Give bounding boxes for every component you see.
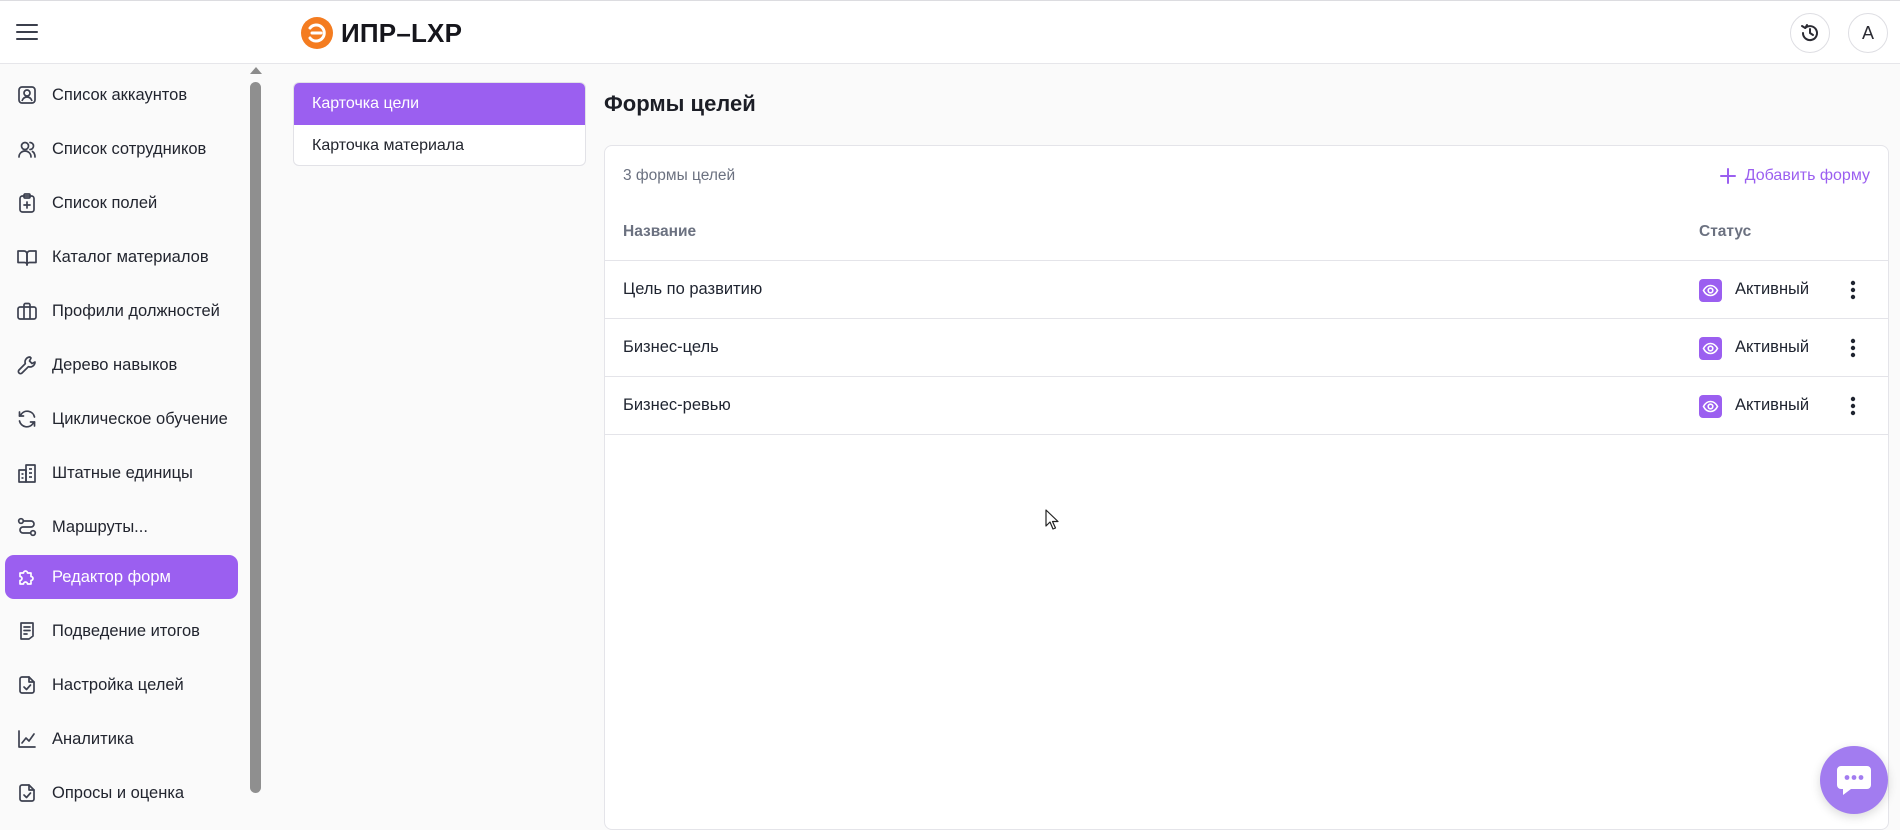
form-name: Цель по развитию xyxy=(623,280,763,298)
top-header: ИПР–LXP А xyxy=(0,0,1900,64)
sidebar-item-job-profiles[interactable]: Профили должностей xyxy=(5,289,238,333)
sidebar-item-fields[interactable]: Список полей xyxy=(5,181,238,225)
sidebar-item-summary[interactable]: Подведение итогов xyxy=(5,609,238,653)
wrench-icon xyxy=(17,356,36,375)
scrollbar-thumb[interactable] xyxy=(250,82,261,793)
column-header-status[interactable]: Статус xyxy=(1699,223,1751,241)
status-text: Активный xyxy=(1735,396,1810,414)
forms-count: 3 формы целей xyxy=(623,167,736,184)
sidebar-item-accounts[interactable]: Список аккаунтов xyxy=(5,73,238,117)
sidebar-item-label: Каталог материалов xyxy=(52,248,209,266)
status-text: Активный xyxy=(1735,338,1810,356)
more-vertical-icon[interactable] xyxy=(1841,393,1865,419)
sidebar-item-label: Профили должностей xyxy=(52,302,220,320)
status-text: Активный xyxy=(1735,280,1810,298)
forms-table-card: 3 формы целей Добавить форму Название Ст… xyxy=(604,145,1889,830)
book-icon xyxy=(17,250,37,266)
sidebar-item-label: Настройка целей xyxy=(52,676,184,694)
sidebar-item-label: Редактор форм xyxy=(52,568,171,586)
refresh-icon xyxy=(18,410,36,428)
table-row[interactable]: Бизнес-цель Активный xyxy=(605,319,1888,377)
form-name: Бизнес-ревью xyxy=(623,396,731,414)
users-icon xyxy=(18,141,36,158)
eye-icon xyxy=(1699,337,1722,360)
briefcase-icon xyxy=(17,302,37,320)
tab-material-card[interactable]: Карточка материала xyxy=(294,125,585,165)
document-check-icon xyxy=(19,676,35,694)
clipboard-plus-icon xyxy=(19,193,35,213)
sidebar-item-skill-tree[interactable]: Дерево навыков xyxy=(5,343,238,387)
sidebar-item-label: Маршруты... xyxy=(52,518,148,536)
add-form-button[interactable]: Добавить форму xyxy=(1719,164,1870,188)
more-vertical-icon[interactable] xyxy=(1841,277,1865,303)
puzzle-icon xyxy=(19,570,34,585)
plus-icon xyxy=(1719,168,1736,184)
scroll-up-arrow-icon[interactable] xyxy=(250,67,262,74)
sidebar-item-label: Дерево навыков xyxy=(52,356,178,374)
history-button[interactable] xyxy=(1790,13,1830,53)
sidebar-item-staff-units[interactable]: Штатные единицы xyxy=(5,451,238,495)
sidebar-item-cyclic-learning[interactable]: Циклическое обучение xyxy=(5,397,238,441)
chart-line-icon xyxy=(18,730,36,748)
eye-icon xyxy=(1699,395,1722,418)
sidebar-item-employees[interactable]: Список сотрудников xyxy=(5,127,238,171)
sidebar-item-surveys[interactable]: Опросы и оценка xyxy=(5,771,238,815)
user-card-icon xyxy=(18,86,36,104)
avatar-initial: А xyxy=(1861,22,1874,43)
app-logo[interactable]: ИПР–LXP xyxy=(300,15,462,51)
sidebar-item-label: Список аккаунтов xyxy=(52,86,188,104)
building-icon xyxy=(18,464,36,483)
sidebar-item-form-editor[interactable]: Редактор форм xyxy=(5,555,238,599)
document-list-icon xyxy=(20,622,34,640)
table-row[interactable]: Бизнес-ревью Активный xyxy=(605,377,1888,435)
chat-support-button[interactable] xyxy=(1820,746,1888,814)
document-check-icon xyxy=(19,784,35,802)
more-vertical-icon[interactable] xyxy=(1841,335,1865,361)
sidebar-scrollbar[interactable] xyxy=(246,64,262,798)
tab-label: Карточка материала xyxy=(312,137,465,154)
chat-bubble-icon xyxy=(1837,766,1871,795)
avatar[interactable]: А xyxy=(1848,13,1888,53)
route-icon xyxy=(17,517,37,537)
tab-goal-card[interactable]: Карточка цели xyxy=(294,83,585,125)
sidebar-item-label: Подведение итогов xyxy=(52,622,200,640)
eye-icon xyxy=(1699,279,1722,302)
sidebar-item-catalog[interactable]: Каталог материалов xyxy=(5,235,238,279)
sidebar: Список аккаунтов Список сотрудников Спис… xyxy=(0,64,246,830)
sidebar-item-label: Список полей xyxy=(52,194,158,212)
page-title: Формы целей xyxy=(604,91,756,116)
sidebar-item-label: Циклическое обучение xyxy=(52,410,228,428)
sidebar-item-analytics[interactable]: Аналитика xyxy=(5,717,238,761)
logo-icon xyxy=(301,17,333,49)
clock-history-icon xyxy=(1801,24,1818,42)
hamburger-icon[interactable] xyxy=(14,19,40,45)
tab-label: Карточка цели xyxy=(312,95,420,112)
form-name: Бизнес-цель xyxy=(623,338,719,356)
logo-text: ИПР–LXP xyxy=(341,17,463,48)
add-form-label: Добавить форму xyxy=(1744,167,1870,184)
mouse-cursor-icon xyxy=(1045,509,1059,530)
sidebar-item-goal-settings[interactable]: Настройка целей xyxy=(5,663,238,707)
sidebar-item-label: Список сотрудников xyxy=(52,140,207,158)
sidebar-item-label: Аналитика xyxy=(52,730,134,748)
sidebar-item-routes[interactable]: Маршруты... xyxy=(5,505,238,549)
column-header-name[interactable]: Название xyxy=(623,223,696,241)
table-row[interactable]: Цель по развитию Активный xyxy=(605,261,1888,319)
form-type-menu: Карточка цели Карточка материала xyxy=(293,82,586,166)
sidebar-item-label: Опросы и оценка xyxy=(52,784,185,802)
sidebar-item-label: Штатные единицы xyxy=(52,464,193,482)
